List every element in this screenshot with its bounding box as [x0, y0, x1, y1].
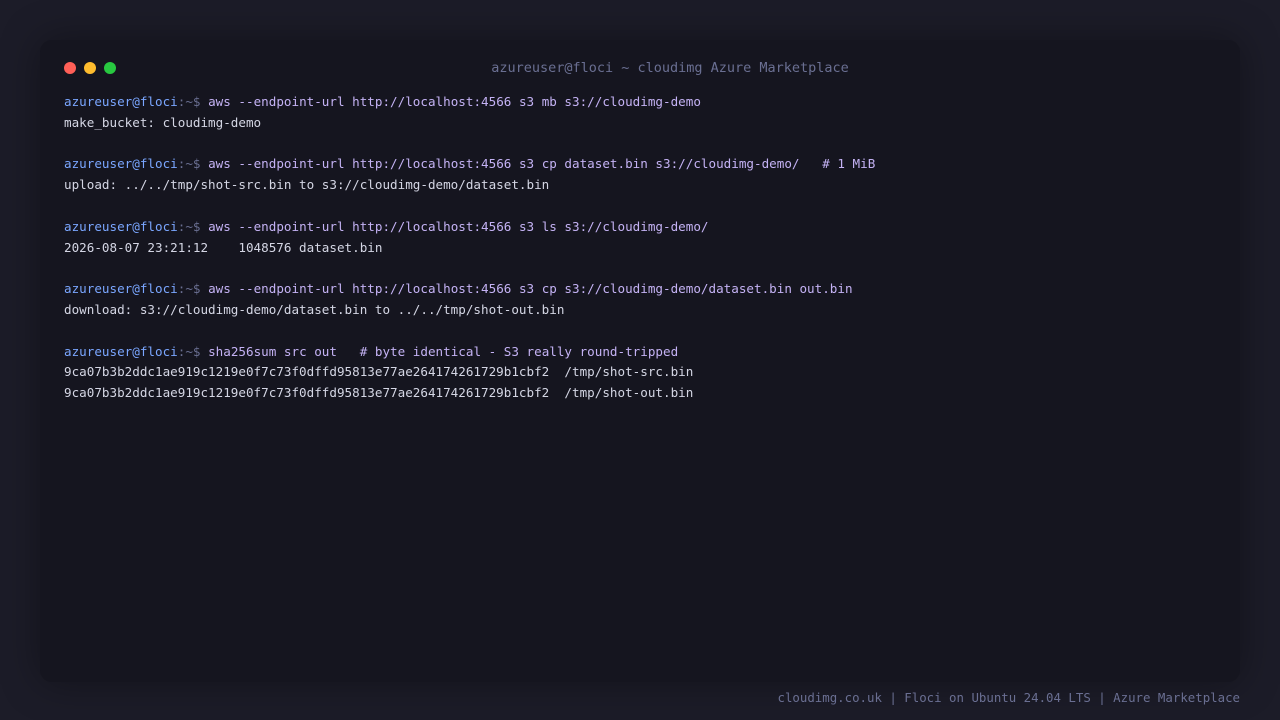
prompt-path: :~$ [177, 281, 209, 297]
prompt-user-host: azureuser@floci [64, 94, 178, 109]
title-bar: azureuser@floci ~ cloudimg Azure Marketp… [40, 40, 1240, 96]
output-line: make_bucket: cloudimg-demo [64, 114, 262, 130]
output-line: 9ca07b3b2ddc1ae919c1219e0f7c73f0dffd9581… [64, 385, 694, 401]
prompt-user-host: azureuser@floci [64, 281, 178, 297]
command-text: aws --endpoint-url http://localhost:4566… [208, 281, 853, 297]
command-text: aws --endpoint-url http://localhost:4566… [208, 94, 701, 109]
command-text: sha256sum src out # byte identical - S3 … [208, 343, 679, 359]
output-line: upload: ../../tmp/shot-src.bin to s3://c… [64, 177, 550, 193]
terminal-output[interactable]: azureuser@floci:~$ aws --endpoint-url ht… [64, 92, 1214, 404]
footer-caption: cloudimg.co.uk | Floci on Ubuntu 24.04 L… [777, 690, 1240, 705]
output-line: 9ca07b3b2ddc1ae919c1219e0f7c73f0dffd9581… [64, 364, 694, 380]
prompt-user-host: azureuser@floci [64, 218, 178, 234]
prompt-path: :~$ [177, 218, 209, 234]
prompt-user-host: azureuser@floci [64, 343, 178, 359]
prompt-user-host: azureuser@floci [64, 156, 178, 172]
output-line: 2026-08-07 23:21:12 1048576 dataset.bin [64, 239, 383, 255]
prompt-path: :~$ [177, 343, 209, 359]
command-line: azureuser@floci:~$ aws --endpoint-url ht… [64, 279, 1214, 300]
command-text: aws --endpoint-url http://localhost:4566… [208, 218, 709, 234]
prompt-path: :~$ [177, 156, 209, 172]
command-text: aws --endpoint-url http://localhost:4566… [208, 156, 876, 172]
output-line: download: s3://cloudimg-demo/dataset.bin… [64, 301, 565, 317]
command-line: azureuser@floci:~$ aws --endpoint-url ht… [64, 217, 1214, 238]
prompt-path: :~$ [177, 94, 209, 109]
command-line: azureuser@floci:~$ aws --endpoint-url ht… [64, 154, 1214, 175]
window-title: azureuser@floci ~ cloudimg Azure Marketp… [491, 60, 849, 76]
command-line: azureuser@floci:~$ sha256sum src out # b… [64, 342, 1214, 363]
command-line: azureuser@floci:~$ aws --endpoint-url ht… [64, 92, 1214, 113]
terminal-window: azureuser@floci ~ cloudimg Azure Marketp… [40, 40, 1240, 682]
